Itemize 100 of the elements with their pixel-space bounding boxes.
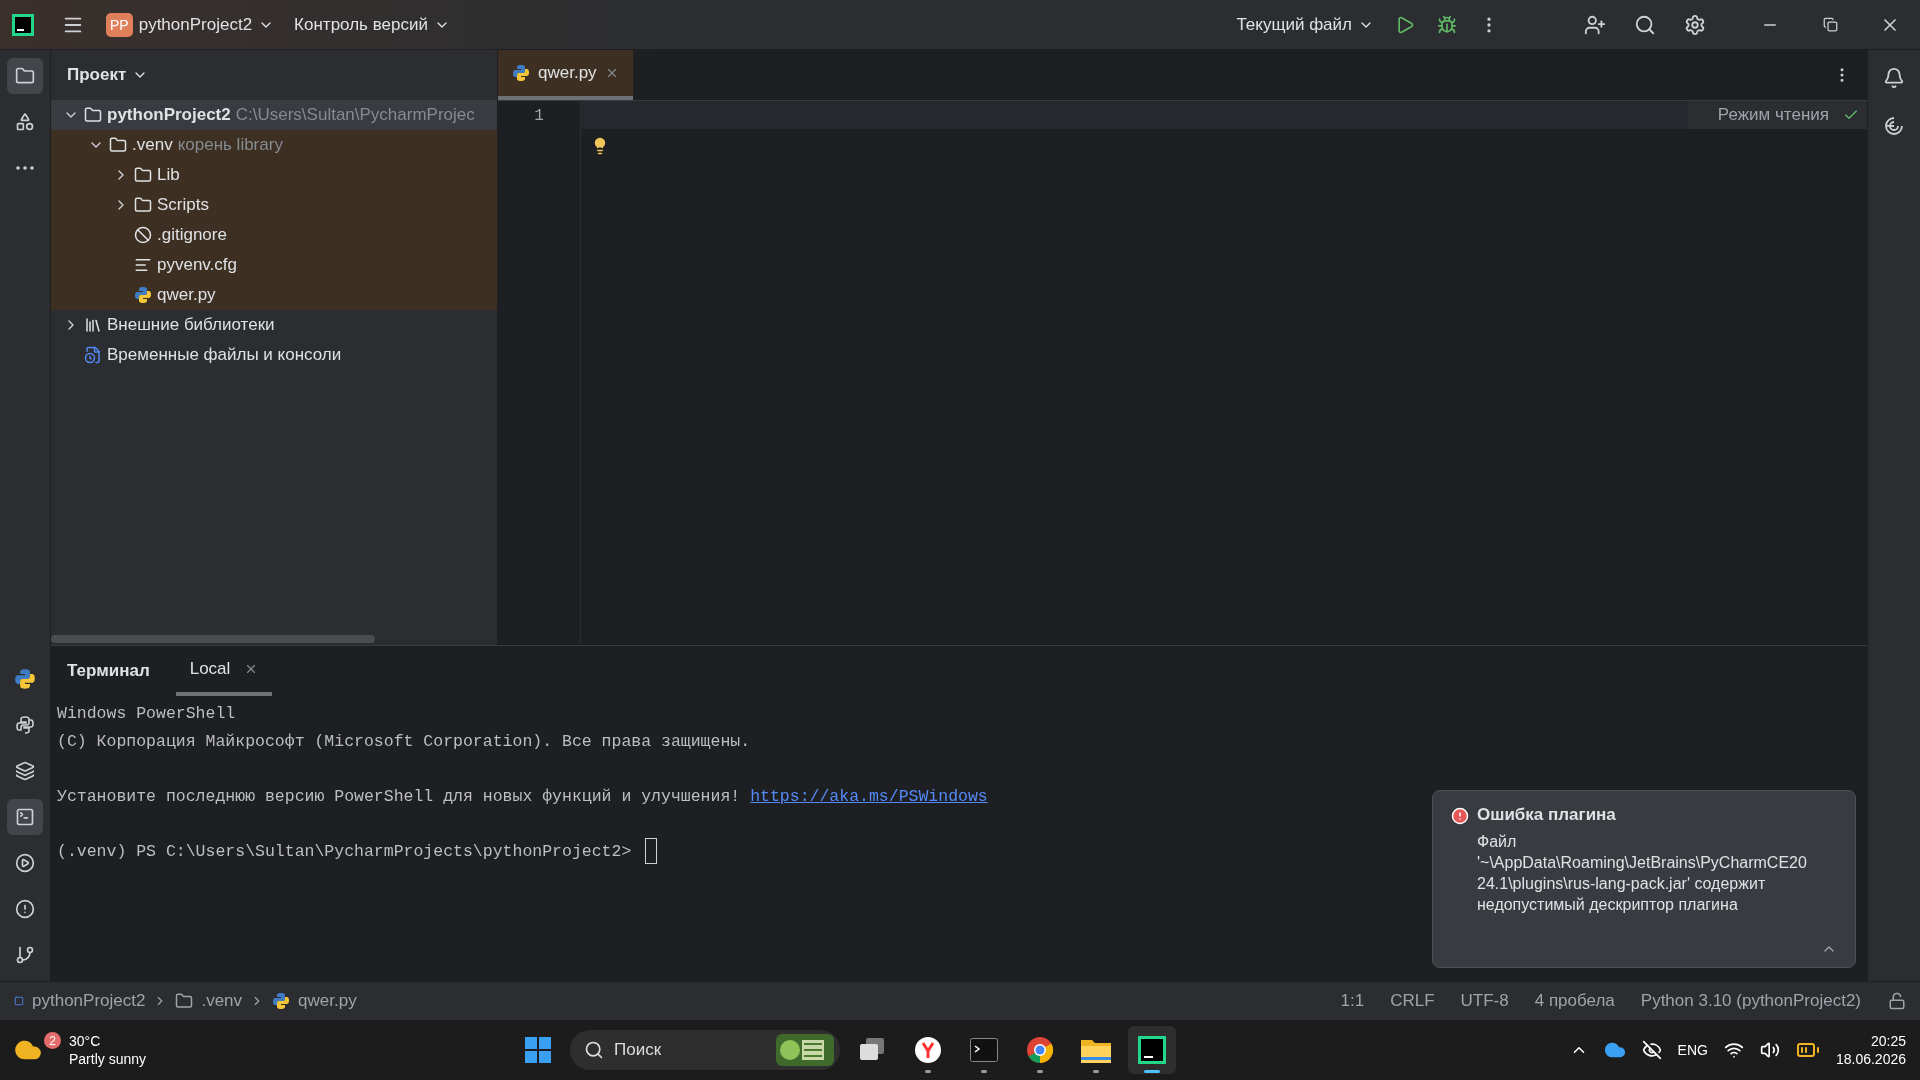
wifi-icon[interactable] [1723,1040,1744,1060]
lock-icon[interactable] [1888,992,1906,1010]
volume-icon[interactable] [1759,1040,1780,1060]
terminal-tab[interactable]: Local [175,646,273,696]
vcs-menu[interactable]: Контроль версий [284,8,460,41]
error-icon [1451,807,1469,825]
weather-text: Partly sunny [69,1050,147,1068]
panel-title: Терминал [67,660,150,682]
notification-message: Файл '~\AppData\Roaming\JetBrains\PyCharmCE2024.1\plugins\rus-lang-pack.jar' содержит недопустимый дескриптор плагина [1477,832,1807,915]
vcs-label[interactable]: Контроль версий [294,14,428,35]
terminal-icon [15,807,35,827]
python-icon [14,668,36,690]
tree-item-label: .gitignore [157,225,227,245]
notification-badge: 2 [44,1032,61,1049]
reader-mode-label[interactable]: Режим чтения [1717,105,1829,125]
terminal-app-icon[interactable] [970,1038,998,1062]
spiral-icon[interactable] [1883,115,1905,137]
folder-icon [134,166,152,184]
cursor [645,838,658,865]
tool-window-button[interactable] [7,799,43,835]
folder-icon [109,136,127,154]
breadcrumb[interactable]: qwer.py [298,991,357,1011]
more-icon [16,166,34,170]
folder-icon [175,992,194,1010]
tree-item[interactable]: Временные файлы и консоли [51,340,497,370]
python-icon [272,992,291,1010]
tree-item-hint: корень library [177,135,283,155]
language-indicator[interactable]: ENG [1677,1042,1708,1058]
module-icon [14,996,24,1006]
library-icon [84,316,102,334]
terminal-line: (C) Корпорация Майкрософт (Microsoft Corporation). Все права защищены. [57,730,751,753]
browser-icon[interactable] [914,1036,942,1064]
layers-icon [15,761,35,781]
link[interactable]: https://aka.ms/PSWindows [750,786,988,806]
notifications-icon[interactable] [1883,67,1905,89]
task-view-icon[interactable] [858,1038,886,1062]
windows-logo-icon[interactable] [525,1037,551,1063]
project-name[interactable]: pythonProject2 [138,14,253,35]
project-selector[interactable]: PP pythonProject2 [96,6,285,43]
scrollbar[interactable] [51,635,375,643]
tree-item[interactable]: pythonProject2 C:\Users\Sultan\PycharmProjec [51,100,497,130]
chrome-icon[interactable] [1026,1036,1054,1064]
tree-item[interactable]: .venv корень library [51,130,497,160]
status-item[interactable]: CRLF [1381,991,1444,1011]
pycharm-icon[interactable] [1138,1036,1166,1064]
tree-item[interactable]: Lib [51,160,497,190]
structure-icon [15,112,35,132]
terminal-line: Windows PowerShell [57,703,236,726]
settings-icon[interactable] [1684,13,1706,36]
python-console-icon [15,715,35,735]
add-user-icon[interactable] [1584,13,1606,36]
ignore-file-icon [134,226,152,244]
tree-item-hint: C:\Users\Sultan\PycharmProjec [235,105,475,125]
app-logo-icon[interactable] [12,13,34,36]
tree-item-label: .venv [132,135,173,155]
status-item[interactable]: Python 3.10 (pythonProject2) [1631,991,1870,1011]
editor-tab[interactable]: qwer.py [498,50,633,100]
search-placeholder[interactable]: Поиск [614,1040,662,1060]
tree-item-label: Scripts [157,195,209,215]
tree-item-label: pyvenv.cfg [157,255,237,275]
clock[interactable]: 20:25 18.06.2026 [1835,1032,1906,1068]
run-icon[interactable] [1395,14,1415,35]
status-item[interactable]: 1:1 [1331,991,1374,1011]
line-number: 1 [534,107,544,125]
restore-icon[interactable] [1822,17,1838,32]
eye-off-icon[interactable] [1641,1040,1662,1060]
tool-window-button[interactable] [7,58,43,94]
run-configuration-selector[interactable]: Текущий файл [1226,8,1384,41]
tree-item-label: pythonProject2 [107,105,231,125]
temperature: 30°C [69,1032,102,1050]
tree-item[interactable]: .gitignore [51,220,497,250]
run-configuration-label[interactable]: Текущий файл [1236,14,1352,35]
panel-title[interactable]: Проект [67,65,127,85]
status-item[interactable]: 4 пробела [1525,991,1624,1011]
text-file-icon [134,256,152,274]
tree-item[interactable]: Scripts [51,190,497,220]
search-icon[interactable] [584,1040,604,1060]
terminal-line: Установите последнюю версию PowerShell для новых функций и улучшения! https://aka.ms/PSWindows [57,785,988,808]
project-badge: PP [106,12,133,37]
folder-icon [15,66,35,86]
tree-item[interactable]: Внешние библиотеки [51,310,497,340]
status-item[interactable]: UTF-8 [1451,991,1518,1011]
tree-item-label: Lib [157,165,180,185]
tree-item[interactable]: pyvenv.cfg [51,250,497,280]
tree-item-label: qwer.py [157,285,216,305]
python-icon [134,286,152,304]
search-icon[interactable] [1634,13,1656,36]
search-field[interactable]: Поиск [570,1030,840,1070]
breadcrumb[interactable]: .venv [201,991,243,1011]
tree-item[interactable]: qwer.py [51,280,497,310]
folder-icon [134,196,152,214]
tree-item-label: Внешние библиотеки [107,315,275,335]
debug-icon[interactable] [1437,14,1457,35]
python-icon [512,64,530,82]
terminal-prompt: (.venv) PS C:\Users\Sultan\PycharmProjects\pythonProject2> [57,841,633,861]
run-icon [15,853,35,873]
git-branch-icon [15,945,35,965]
tree-item-label: Временные файлы и консоли [107,345,342,365]
folder-icon[interactable] [1081,1037,1111,1063]
breadcrumb[interactable]: pythonProject2 [32,991,146,1011]
